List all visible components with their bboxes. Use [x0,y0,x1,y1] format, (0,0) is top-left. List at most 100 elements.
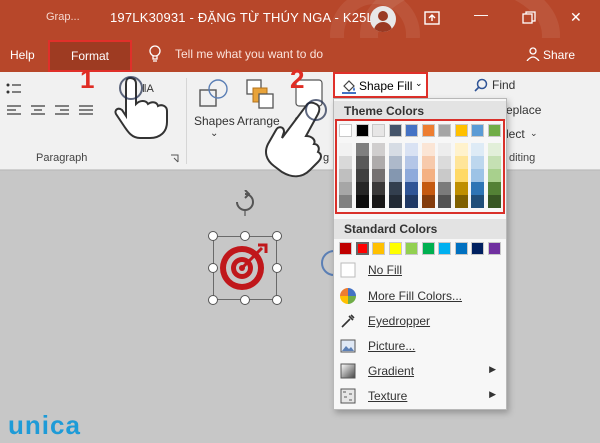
standard-color-swatch[interactable] [471,242,484,255]
tab-help[interactable]: Help [10,48,35,62]
theme-color-swatch[interactable] [421,124,435,137]
theme-shade-swatch[interactable] [388,195,402,208]
restore-button[interactable] [522,11,536,25]
justify-icon[interactable] [78,104,94,118]
theme-shade-swatch[interactable] [355,156,369,169]
user-avatar-icon[interactable] [370,6,396,32]
contextual-tab-stub[interactable]: Grap... [46,11,80,23]
theme-shade-swatch[interactable] [405,169,418,182]
select-button[interactable]: lect [506,127,525,141]
resize-handle[interactable] [208,295,218,305]
resize-handle[interactable] [272,231,282,241]
theme-shade-swatch[interactable] [471,182,484,195]
theme-color-swatch[interactable] [405,124,418,137]
resize-handle[interactable] [272,263,282,273]
theme-shade-swatch[interactable] [388,156,402,169]
theme-shade-swatch[interactable] [421,156,435,169]
theme-shade-swatch[interactable] [339,156,352,169]
minimize-button[interactable]: — [474,6,488,22]
theme-shade-swatch[interactable] [388,169,402,182]
close-button[interactable]: ✕ [570,9,582,26]
resize-handle[interactable] [272,295,282,305]
theme-shade-swatch[interactable] [339,143,352,156]
theme-shade-swatch[interactable] [355,195,369,208]
target-icon[interactable] [218,241,270,293]
theme-shade-swatch[interactable] [339,169,352,182]
theme-shade-swatch[interactable] [405,143,418,156]
theme-shade-swatch[interactable] [438,182,451,195]
theme-shade-swatch[interactable] [372,182,385,195]
theme-shade-swatch[interactable] [487,156,501,169]
theme-shade-swatch[interactable] [454,182,468,195]
theme-shade-swatch[interactable] [487,143,501,156]
no-fill-item[interactable]: No Fill [334,258,506,282]
theme-color-swatch[interactable] [454,124,468,137]
standard-color-swatch[interactable] [372,242,385,255]
more-fill-colors-item[interactable]: More Fill Colors... [334,284,506,308]
theme-shade-swatch[interactable] [487,182,501,195]
theme-shade-swatch[interactable] [372,169,385,182]
rotate-handle-icon[interactable] [232,190,258,216]
theme-shade-swatch[interactable] [405,195,418,208]
theme-shade-swatch[interactable] [372,143,385,156]
theme-shade-swatch[interactable] [454,143,468,156]
theme-color-swatch[interactable] [372,124,385,137]
slide-canvas[interactable] [0,171,600,443]
standard-color-swatch[interactable] [421,242,435,255]
dialog-launcher-icon[interactable] [170,154,179,163]
align-right-icon[interactable] [54,104,70,118]
theme-shade-swatch[interactable] [339,195,352,208]
theme-color-swatch[interactable] [438,124,451,137]
theme-shade-swatch[interactable] [355,143,369,156]
gradient-item[interactable]: Gradient ▶ [334,359,506,383]
find-button[interactable]: Find [492,78,515,92]
theme-shade-swatch[interactable] [438,195,451,208]
shape-fill-button[interactable]: Shape Fill ⌄ [333,72,428,98]
theme-shade-swatch[interactable] [405,182,418,195]
theme-shade-swatch[interactable] [405,156,418,169]
picture-item[interactable]: Picture... [334,334,506,358]
resize-handle[interactable] [240,231,250,241]
theme-color-swatch[interactable] [339,124,352,137]
theme-shade-swatch[interactable] [438,156,451,169]
resize-handle[interactable] [208,263,218,273]
theme-shade-swatch[interactable] [421,143,435,156]
theme-shade-swatch[interactable] [438,143,451,156]
theme-color-swatch[interactable] [388,124,402,137]
replace-button[interactable]: eplace [506,103,541,117]
standard-color-swatch[interactable] [438,242,451,255]
resize-handle[interactable] [240,295,250,305]
align-center-icon[interactable] [30,104,46,118]
shapes-label[interactable]: Shapes [194,114,235,128]
align-left-icon[interactable] [6,104,22,118]
shapes-icon[interactable] [198,78,230,110]
theme-shade-swatch[interactable] [372,156,385,169]
theme-shade-swatch[interactable] [355,182,369,195]
theme-color-swatch[interactable] [471,124,484,137]
texture-item[interactable]: Texture ▶ [334,384,506,408]
resize-handle[interactable] [208,231,218,241]
ribbon-display-options-icon[interactable] [424,10,440,26]
theme-shade-swatch[interactable] [339,182,352,195]
standard-color-swatch[interactable] [487,242,501,255]
theme-shade-swatch[interactable] [438,169,451,182]
standard-color-swatch[interactable] [454,242,468,255]
theme-shade-swatch[interactable] [454,169,468,182]
theme-shade-swatch[interactable] [487,169,501,182]
eyedropper-item[interactable]: Eyedropper [334,309,506,333]
tell-me-search[interactable]: Tell me what you want to do [175,47,323,61]
standard-color-swatch[interactable] [405,242,418,255]
theme-shade-swatch[interactable] [388,182,402,195]
theme-color-swatch[interactable] [487,124,501,137]
standard-color-swatch[interactable] [355,242,369,255]
theme-shade-swatch[interactable] [454,195,468,208]
bullets-icon[interactable] [6,82,22,96]
theme-shade-swatch[interactable] [372,195,385,208]
theme-shade-swatch[interactable] [471,156,484,169]
standard-color-swatch[interactable] [388,242,402,255]
share-button[interactable]: Share [543,48,575,62]
theme-shade-swatch[interactable] [421,195,435,208]
theme-shade-swatch[interactable] [487,195,501,208]
theme-shade-swatch[interactable] [471,195,484,208]
theme-shade-swatch[interactable] [388,143,402,156]
